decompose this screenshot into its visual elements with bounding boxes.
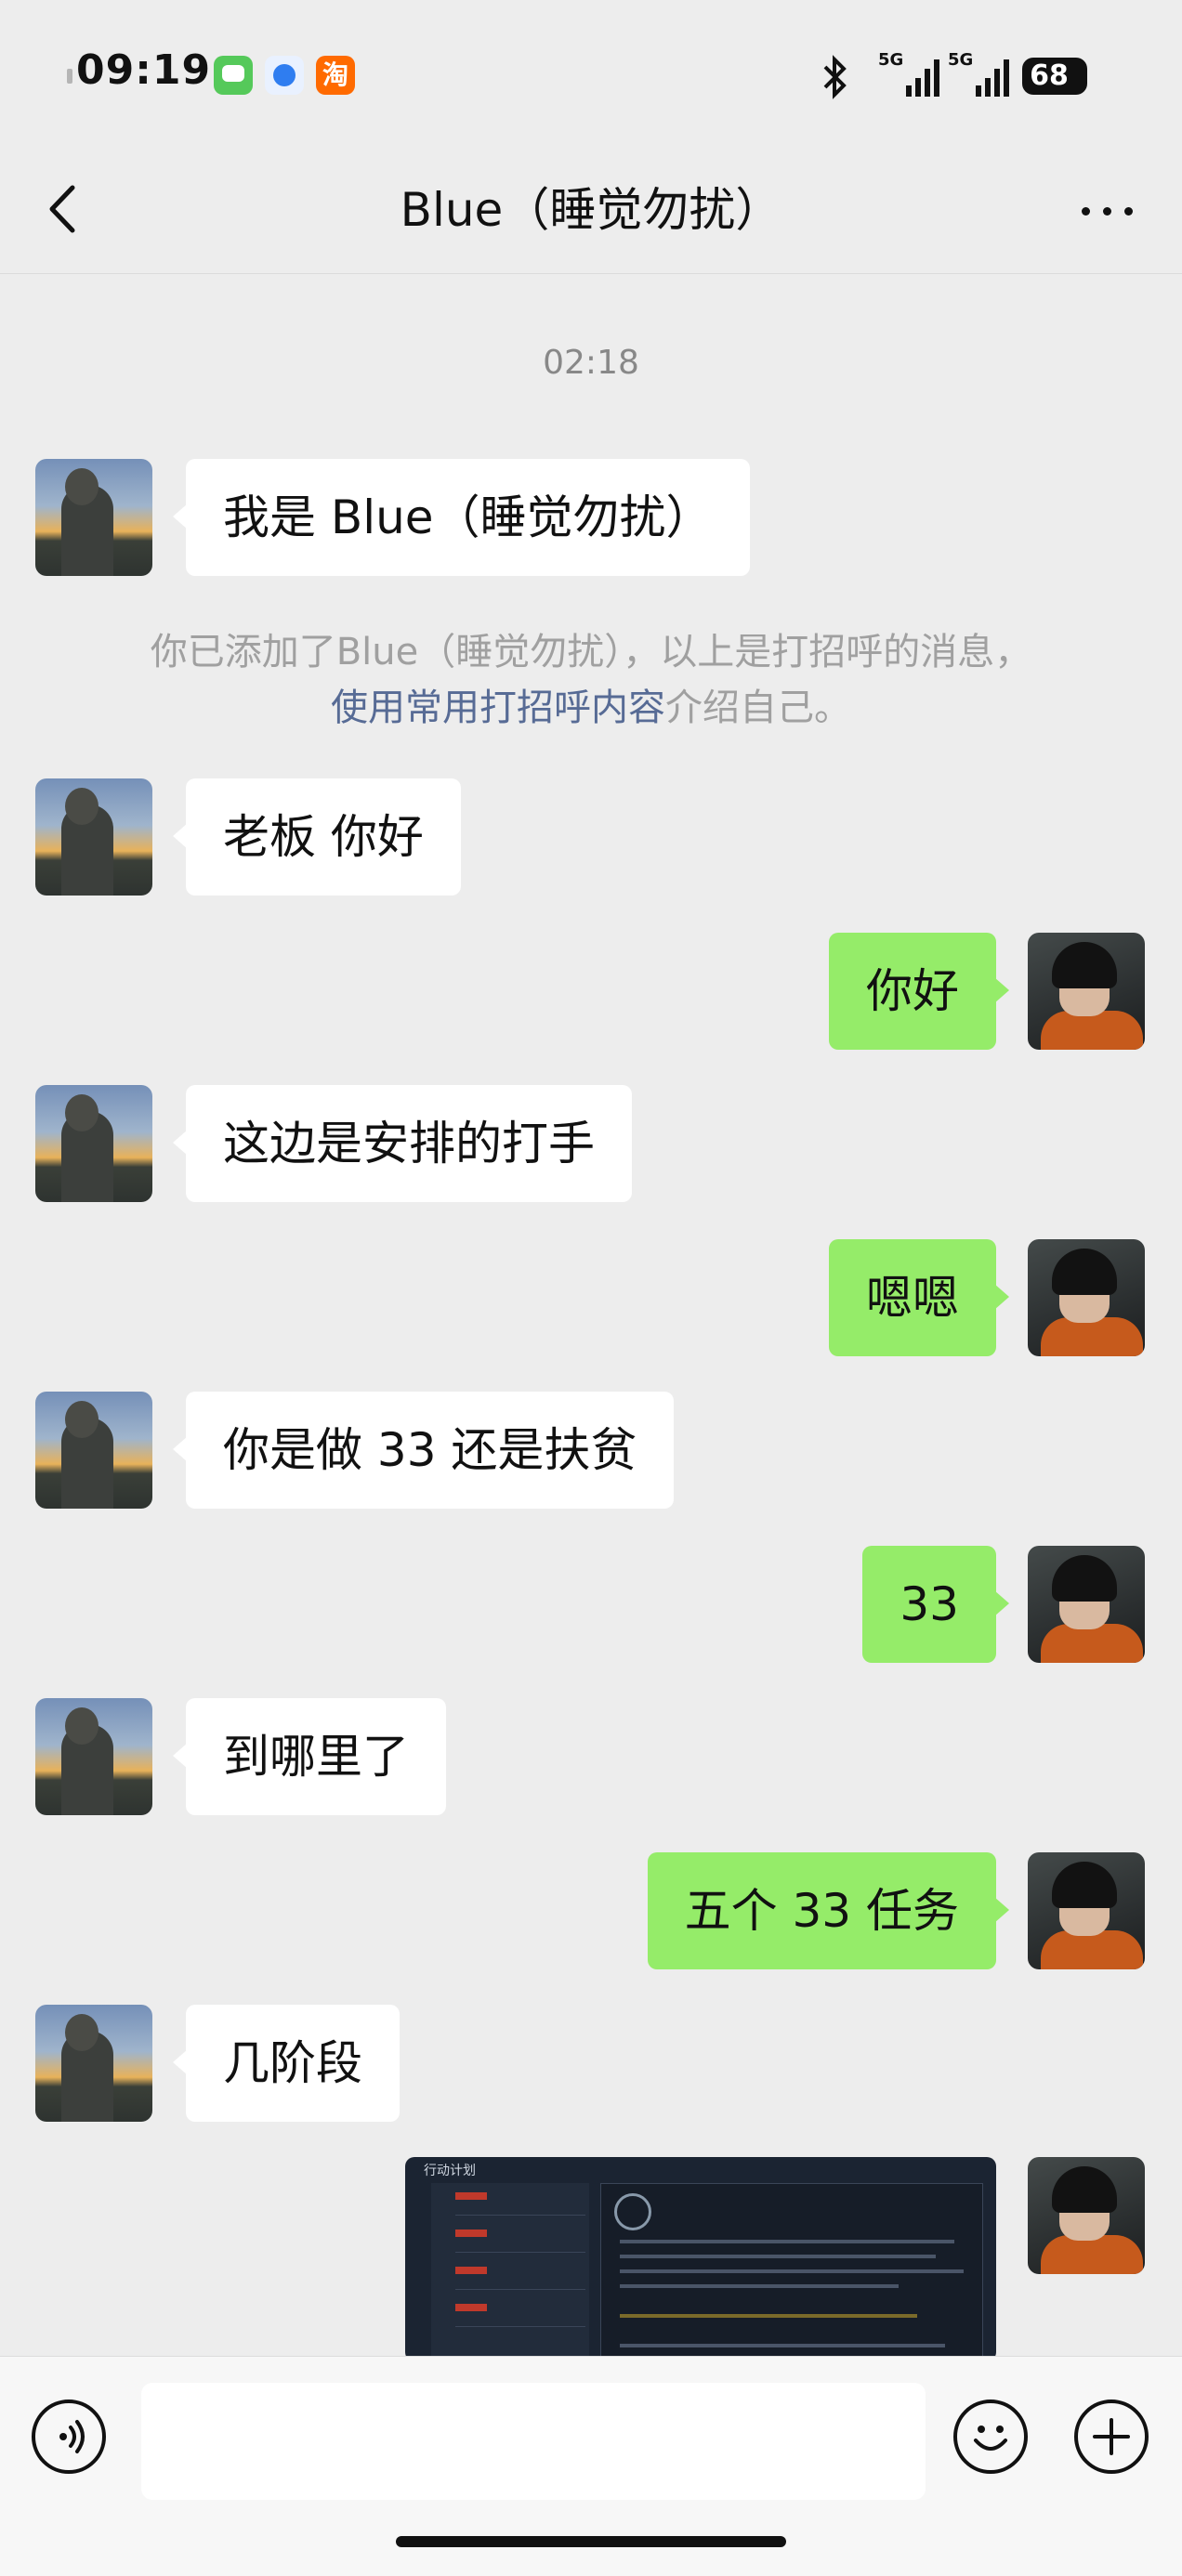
message-bubble[interactable]: 到哪里了 (173, 1698, 446, 1815)
home-indicator[interactable] (396, 2536, 786, 2547)
my-avatar[interactable] (1028, 1239, 1145, 1356)
greeting-template-link[interactable]: 使用常用打招呼内容 (331, 686, 665, 729)
message-bubble[interactable]: 我是 Blue（睡觉勿扰） (173, 459, 750, 576)
message-bubble[interactable]: 几阶段 (173, 2005, 400, 2122)
messages-app-icon (214, 56, 253, 95)
emoji-icon (974, 2426, 1007, 2451)
message-bubble[interactable]: 这边是安排的打手 (173, 1085, 632, 1202)
battery-icon: 68 (1022, 58, 1087, 95)
voice-icon (59, 2420, 85, 2453)
battery-tip (67, 69, 72, 84)
contact-avatar[interactable] (35, 2005, 152, 2122)
contact-avatar[interactable] (35, 459, 152, 576)
contact-avatar[interactable] (35, 1085, 152, 1202)
my-avatar[interactable] (1028, 933, 1145, 1050)
message-timestamp: 02:18 (543, 344, 639, 382)
battery-level: 68 (1030, 59, 1069, 92)
message-bubble[interactable]: 你是做 33 还是扶贫 (172, 1392, 675, 1509)
system-notice-text: 你已添加了Blue（睡觉勿扰），以上是打招呼的消息， (150, 631, 1032, 673)
status-time: 09:19 (76, 46, 212, 94)
bluetooth-icon (823, 55, 847, 99)
cellular-signal-icon: 5G (878, 50, 939, 97)
plus-icon (1093, 2418, 1130, 2455)
image-header-text: 行动计划 (424, 2164, 476, 2178)
emblem-icon (614, 2193, 651, 2230)
status-bar: 09:19 淘 5G 5G 68 (0, 0, 1182, 149)
my-avatar[interactable] (1028, 1546, 1145, 1663)
chat-title: Blue（睡觉勿扰） (400, 183, 782, 237)
message-bubble[interactable]: 老板 你好 (173, 778, 461, 896)
message-bubble[interactable]: 嗯嗯 (829, 1239, 1009, 1356)
my-avatar[interactable] (1028, 1852, 1145, 1969)
cellular-signal-icon-2: 5G (948, 50, 1009, 97)
system-notice-suffix: 介绍自己。 (665, 686, 851, 729)
contact-avatar[interactable] (35, 1698, 152, 1815)
image-right-panel (600, 2183, 983, 2361)
my-avatar[interactable] (1028, 2157, 1145, 2274)
voice-input-button[interactable] (32, 2399, 106, 2474)
browser-app-icon (265, 56, 304, 95)
system-notice: 你已添加了Blue（睡觉勿扰），以上是打招呼的消息， 使用常用打招呼内容介绍自己… (74, 624, 1108, 736)
image-message[interactable]: 行动计划 (405, 2157, 996, 2361)
message-bubble[interactable]: 33 (862, 1546, 1009, 1663)
contact-avatar[interactable] (35, 1392, 152, 1509)
more-functions-button[interactable] (1074, 2399, 1149, 2474)
chat-header: Blue（睡觉勿扰） (0, 149, 1182, 274)
more-options-icon[interactable] (1070, 177, 1145, 242)
emoji-button[interactable] (953, 2399, 1028, 2474)
taobao-app-icon: 淘 (316, 56, 355, 95)
contact-avatar[interactable] (35, 778, 152, 896)
message-input[interactable] (141, 2383, 926, 2500)
message-bubble[interactable]: 五个 33 任务 (647, 1852, 1010, 1969)
message-bubble[interactable]: 你好 (829, 933, 1009, 1050)
